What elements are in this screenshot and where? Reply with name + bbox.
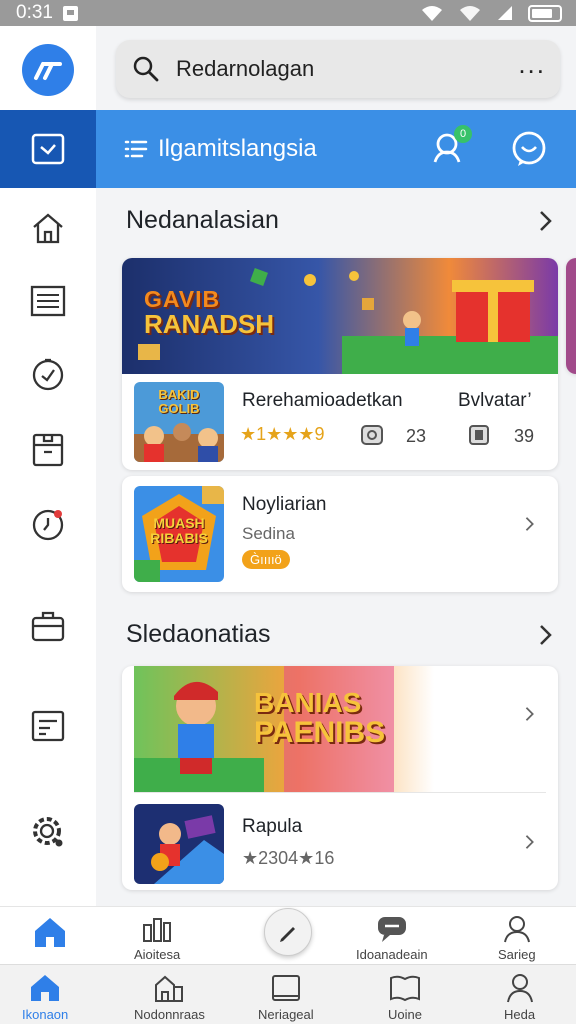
featured-card[interactable]: GAVIB RANADSH BAKID GOLIB Rerehamioadetk… <box>122 258 558 470</box>
notifications-button[interactable]: 0 <box>430 124 472 170</box>
featured-item-stat1: 23 <box>406 426 427 446</box>
search-icon <box>133 56 159 82</box>
document-icon <box>31 710 65 742</box>
collections-icon <box>155 975 184 1002</box>
signal-icon <box>498 6 512 20</box>
tab-top-profile[interactable]: Sarieg <box>498 915 536 962</box>
tab-top-messages[interactable]: Idoanadeain <box>356 915 428 962</box>
apps-icon <box>143 918 172 942</box>
card2-thumbnail: MUASH RIBABIS <box>134 486 224 582</box>
promo-item-title: Rapula <box>242 816 303 837</box>
wifi-icon <box>422 6 442 21</box>
tab-library[interactable]: Neriageal <box>258 973 314 1022</box>
tab-top-home[interactable] <box>32 915 68 953</box>
section-header-1[interactable]: Nedanalasian <box>126 206 554 235</box>
sidebar-item-clock[interactable] <box>28 504 68 544</box>
card2-badge: G̀ııııö <box>242 550 290 569</box>
list-icon <box>30 285 66 317</box>
section-title-2: Sledaonatias <box>126 620 271 648</box>
message-icon <box>377 917 406 942</box>
sidebar-item-settings[interactable] <box>28 812 68 852</box>
notification-icon <box>62 5 78 21</box>
sidebar-item-briefcase[interactable] <box>28 606 68 646</box>
bookmark-icon <box>469 425 489 445</box>
archive-icon <box>32 433 64 467</box>
notification-badge: 0 <box>454 124 472 143</box>
promo-card[interactable]: BANIAS PAENIBS Rapula ★2304★16 <box>122 666 558 890</box>
sidebar-item-inbox[interactable] <box>0 110 96 188</box>
list-card-2[interactable]: MUASH RIBABIS Noyliarian Sedina G̀ııııö <box>122 476 558 592</box>
home-icon <box>35 918 65 947</box>
featured-item-thumbnail: BAKID GOLIB <box>134 382 224 462</box>
pencil-icon <box>280 927 295 942</box>
featured-banner-title: GAVIB RANADSH <box>144 286 274 339</box>
tab-home[interactable]: Ikonaon <box>22 973 68 1022</box>
chevron-right-icon <box>525 835 534 849</box>
chevron-right-icon <box>525 707 534 721</box>
clock-icon <box>32 509 64 541</box>
sidebar-item-timer[interactable] <box>28 354 68 394</box>
promo-thumb-image <box>134 804 224 884</box>
menu-list-icon[interactable] <box>124 139 148 159</box>
book-icon <box>390 975 420 1002</box>
section-header-2[interactable]: Sledaonatias <box>126 620 554 649</box>
card2-title: Noyliarian <box>242 494 327 515</box>
user-icon <box>503 916 530 943</box>
chevron-right-icon <box>525 517 534 531</box>
battery-icon <box>528 4 562 22</box>
promo-item-thumbnail <box>134 804 224 884</box>
featured-item-title: Rerehamioadetkan <box>242 390 403 411</box>
tab-bar-bottom: Ikonaon Nodonnraas Neriageal Uoine Heda <box>0 964 576 1024</box>
search-input[interactable]: Redarnolagan <box>176 56 518 82</box>
chat-icon[interactable] <box>510 130 548 168</box>
timer-icon <box>32 358 64 391</box>
user-icon <box>506 974 533 1003</box>
sidebar-item-document[interactable] <box>28 706 68 746</box>
tab-profile[interactable]: Heda <box>504 973 535 1022</box>
header-bar: Ilgamitslangsia 0 <box>96 110 576 188</box>
chevron-right-icon <box>540 210 552 231</box>
logo-icon <box>34 62 62 80</box>
home-icon <box>31 975 60 1001</box>
wifi-2-icon <box>460 6 480 21</box>
app-logo[interactable] <box>22 44 74 96</box>
clock: 0:31 <box>16 2 53 23</box>
chevron-right-icon <box>540 624 552 645</box>
status-bar: 0:31 <box>0 0 576 26</box>
featured-item-rating: ★1★★★9 <box>240 424 325 444</box>
tab-collections[interactable]: Nodonnraas <box>134 973 205 1022</box>
header-title: Ilgamitslangsia <box>158 135 317 162</box>
featured-item-extra: Bvlvatar’ <box>458 390 532 411</box>
promo-banner-title: BANIAS PAENIBS <box>254 687 386 750</box>
sidebar-item-list[interactable] <box>28 281 68 321</box>
carousel-next-card[interactable] <box>566 258 576 374</box>
inbox-icon <box>31 133 65 165</box>
compose-button[interactable] <box>264 908 312 956</box>
briefcase-icon <box>31 611 65 642</box>
settings-icon <box>33 817 63 847</box>
section-title-1: Nedanalasian <box>126 206 279 234</box>
card2-subtitle: Sedina <box>242 524 295 543</box>
square-icon <box>271 975 300 1001</box>
sidebar <box>0 26 96 906</box>
comment-icon <box>361 425 383 445</box>
more-options-icon[interactable]: ... <box>518 51 546 77</box>
tab-online[interactable]: Uoine <box>388 973 422 1022</box>
tab-top-apps[interactable]: Aioitesa <box>134 915 180 962</box>
search-bar[interactable]: Redarnolagan ... <box>116 40 560 98</box>
home-icon <box>33 213 63 244</box>
sidebar-item-archive[interactable] <box>28 430 68 470</box>
sidebar-item-home[interactable] <box>28 208 68 248</box>
divider <box>134 792 546 793</box>
promo-item-rating: ★2304★16 <box>242 848 335 868</box>
featured-item-stat2: 39 <box>514 426 535 446</box>
